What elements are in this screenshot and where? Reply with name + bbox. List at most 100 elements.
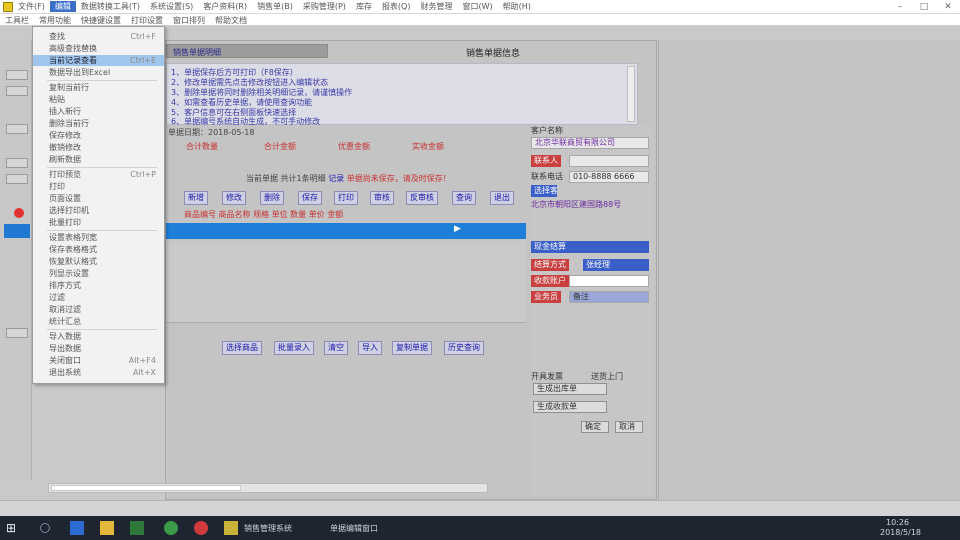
save-button[interactable]: 保存 (298, 191, 322, 205)
audit-button[interactable]: 审核 (370, 191, 394, 205)
history-button[interactable]: 历史查询 (444, 341, 484, 355)
taskbar-item[interactable]: 单据编辑窗口 (330, 523, 378, 534)
cancel-button[interactable]: 取消 (615, 421, 643, 433)
status-bar (0, 500, 960, 516)
dropdown-item[interactable]: 打印预览 Ctrl+P (33, 169, 164, 180)
dropdown-item[interactable]: 查找 Ctrl+F (33, 31, 164, 42)
dropdown-item[interactable]: 导入数据 (33, 331, 164, 342)
menu-item[interactable]: 系统设置(S) (145, 1, 198, 12)
dropdown-item[interactable]: 排序方式 (33, 280, 164, 291)
toolbar-item[interactable]: 帮助文档 (210, 15, 252, 27)
dropdown-item[interactable]: 当前记录查看 Ctrl+E (33, 55, 164, 66)
dropdown-item[interactable]: 数据导出到Excel (33, 67, 164, 78)
dropdown-item[interactable]: 高级查找替换 (33, 43, 164, 54)
new-button[interactable]: 新增 (184, 191, 208, 205)
contact-field[interactable] (569, 155, 649, 167)
dropdown-item[interactable]: 退出系统 Alt+X (33, 367, 164, 378)
left-tool-button[interactable] (6, 158, 28, 168)
toolbar-item[interactable]: 工具栏 (0, 15, 34, 27)
scrollbar-thumb[interactable] (51, 485, 241, 491)
select-product-button[interactable]: 选择商品 (222, 341, 262, 355)
maximize-icon[interactable]: □ (912, 0, 936, 14)
import-button[interactable]: 导入 (358, 341, 382, 355)
status-link[interactable]: 记录 (328, 174, 344, 183)
invoice-checkbox-label[interactable]: 开具发票 (531, 371, 563, 382)
copy-bill-button[interactable]: 复制单据 (392, 341, 432, 355)
dropdown-item[interactable]: 导出数据 (33, 343, 164, 354)
delete-button[interactable]: 删除 (260, 191, 284, 205)
dropdown-item[interactable]: 恢复默认格式 (33, 256, 164, 267)
dropdown-item-label: 退出系统 (49, 368, 81, 377)
close-icon[interactable]: ✕ (936, 0, 960, 14)
left-tool-button[interactable] (6, 328, 28, 338)
notes-scrollbar[interactable] (627, 66, 635, 122)
outbound-button[interactable]: 生成出库单 (533, 383, 607, 395)
menu-item[interactable]: 编辑 (49, 1, 76, 12)
folder-icon[interactable] (100, 521, 114, 535)
dropdown-item[interactable]: 列显示设置 (33, 268, 164, 279)
clear-button[interactable]: 清空 (324, 341, 348, 355)
menu-item[interactable]: 文件(F) (13, 1, 50, 12)
dropdown-item[interactable]: 批量打印 (33, 217, 164, 228)
account-field[interactable] (569, 275, 649, 287)
browser-icon[interactable] (164, 521, 178, 535)
start-icon[interactable]: ⊞ (6, 521, 20, 535)
batch-input-button[interactable]: 批量录入 (274, 341, 314, 355)
dropdown-item[interactable]: 插入新行 (33, 106, 164, 117)
search-icon[interactable] (40, 523, 50, 533)
phone-field[interactable]: 010-8888 6666 (569, 171, 649, 183)
query-button[interactable]: 查询 (452, 191, 476, 205)
menu-item[interactable]: 销售单(B) (252, 1, 298, 12)
menu-item[interactable]: 财务管理 (415, 1, 457, 12)
left-tool-button[interactable] (6, 124, 28, 134)
exit-button[interactable]: 退出 (490, 191, 514, 205)
dropdown-item[interactable]: 保存表格格式 (33, 244, 164, 255)
menu-item[interactable]: 库存 (351, 1, 377, 12)
detail-grid[interactable] (166, 241, 526, 323)
dropdown-item[interactable]: 打印 (33, 181, 164, 192)
print-button[interactable]: 打印 (334, 191, 358, 205)
left-selected-item[interactable] (4, 224, 30, 238)
delivery-checkbox-label[interactable]: 送货上门 (591, 371, 623, 382)
app-icon-red[interactable] (194, 521, 208, 535)
unaudit-button[interactable]: 反审核 (406, 191, 438, 205)
minimize-icon[interactable]: – (888, 0, 912, 14)
dropdown-item[interactable]: 页面设置 (33, 193, 164, 204)
edit-button[interactable]: 修改 (222, 191, 246, 205)
app-icon-green[interactable] (130, 521, 144, 535)
menu-item[interactable]: 报表(Q) (377, 1, 416, 12)
dropdown-item[interactable]: 关闭窗口 Alt+F4 (33, 355, 164, 366)
dropdown-item[interactable]: 选择打印机 (33, 205, 164, 216)
dropdown-item[interactable]: 设置表格列宽 (33, 232, 164, 243)
pay-method-field[interactable]: 现金结算 (531, 241, 649, 253)
dropdown-item[interactable]: 复制当前行 (33, 82, 164, 93)
receipt-button[interactable]: 生成收款单 (533, 401, 607, 413)
menu-item[interactable]: 客户资料(R) (198, 1, 252, 12)
ok-button[interactable]: 确定 (581, 421, 609, 433)
select-customer-button[interactable]: 选择客户 (531, 185, 557, 197)
table-row-selected[interactable]: ▶ (166, 223, 526, 239)
menu-item[interactable]: 帮助(H) (498, 1, 536, 12)
toolbar-item[interactable]: 窗口排列 (168, 15, 210, 27)
left-tool-button[interactable] (6, 174, 28, 184)
left-tool-button[interactable] (6, 70, 28, 80)
customer-field[interactable]: 北京华联商贸有限公司 (531, 137, 649, 149)
staff-field[interactable]: 张经理 (583, 259, 649, 271)
dropdown-item[interactable]: 刷新数据 (33, 154, 164, 165)
remark-field[interactable]: 备注 (569, 291, 649, 303)
dropdown-item[interactable]: 取消过滤 (33, 304, 164, 315)
dropdown-item[interactable]: 统计汇总 (33, 316, 164, 327)
dropdown-item[interactable]: 撤销修改 (33, 142, 164, 153)
dropdown-item[interactable]: 粘贴 (33, 94, 164, 105)
taskview-icon[interactable] (70, 521, 84, 535)
taskbar-item[interactable]: 销售管理系统 (244, 523, 292, 534)
left-tool-button[interactable] (6, 86, 28, 96)
menu-item[interactable]: 窗口(W) (457, 1, 497, 12)
horizontal-scrollbar[interactable] (48, 483, 488, 493)
dropdown-item[interactable]: 删除当前行 (33, 118, 164, 129)
dropdown-item[interactable]: 保存修改 (33, 130, 164, 141)
app-icon-yellow[interactable] (224, 521, 238, 535)
menu-item[interactable]: 采购管理(P) (298, 1, 351, 12)
menu-item[interactable]: 数据转换工具(T) (76, 1, 145, 12)
dropdown-item[interactable]: 过滤 (33, 292, 164, 303)
